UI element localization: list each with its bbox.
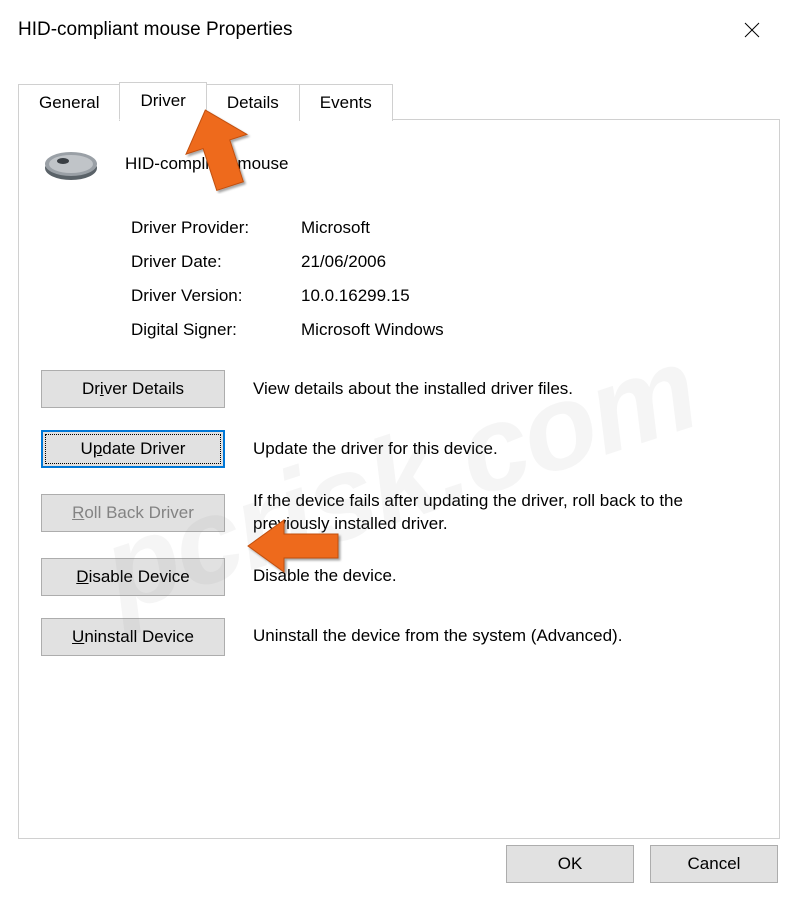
update-driver-button[interactable]: Update Driver (41, 430, 225, 468)
tab-events[interactable]: Events (299, 84, 393, 121)
close-button[interactable] (732, 12, 772, 48)
device-name: HID-compliant mouse (125, 154, 288, 174)
disable-device-button[interactable]: Disable Device (41, 558, 225, 596)
provider-value: Microsoft (301, 218, 370, 238)
tab-general[interactable]: General (18, 84, 120, 121)
driver-details-button[interactable]: Driver Details (41, 370, 225, 408)
driver-details-desc: View details about the installed driver … (253, 378, 757, 401)
tab-details[interactable]: Details (206, 84, 300, 121)
cancel-button[interactable]: Cancel (650, 845, 778, 883)
driver-panel: pcrisk.com HID-compliant mouse Driver Pr… (18, 119, 780, 839)
roll-back-row: Roll Back Driver If the device fails aft… (41, 490, 757, 536)
date-label: Driver Date: (131, 252, 301, 272)
driver-info: Driver Provider: Microsoft Driver Date: … (131, 218, 757, 340)
window-title: HID-compliant mouse Properties (18, 19, 293, 41)
disable-row: Disable Device Disable the device. (41, 558, 757, 596)
uninstall-row: Uninstall Device Uninstall the device fr… (41, 618, 757, 656)
tab-driver[interactable]: Driver (119, 82, 206, 120)
signer-value: Microsoft Windows (301, 320, 444, 340)
mouse-icon (41, 144, 101, 184)
driver-details-row: Driver Details View details about the in… (41, 370, 757, 408)
uninstall-device-button[interactable]: Uninstall Device (41, 618, 225, 656)
roll-back-desc: If the device fails after updating the d… (253, 490, 757, 536)
date-value: 21/06/2006 (301, 252, 386, 272)
disable-desc: Disable the device. (253, 565, 757, 588)
roll-back-driver-button: Roll Back Driver (41, 494, 225, 532)
version-value: 10.0.16299.15 (301, 286, 410, 306)
provider-label: Driver Provider: (131, 218, 301, 238)
tab-strip: General Driver Details Events (18, 82, 790, 119)
device-header: HID-compliant mouse (41, 144, 757, 184)
version-label: Driver Version: (131, 286, 301, 306)
titlebar: HID-compliant mouse Properties (0, 0, 790, 60)
uninstall-desc: Uninstall the device from the system (Ad… (253, 625, 757, 648)
ok-button[interactable]: OK (506, 845, 634, 883)
update-driver-row: Update Driver Update the driver for this… (41, 430, 757, 468)
update-driver-desc: Update the driver for this device. (253, 438, 757, 461)
signer-label: Digital Signer: (131, 320, 301, 340)
dialog-buttons: OK Cancel (506, 845, 778, 883)
